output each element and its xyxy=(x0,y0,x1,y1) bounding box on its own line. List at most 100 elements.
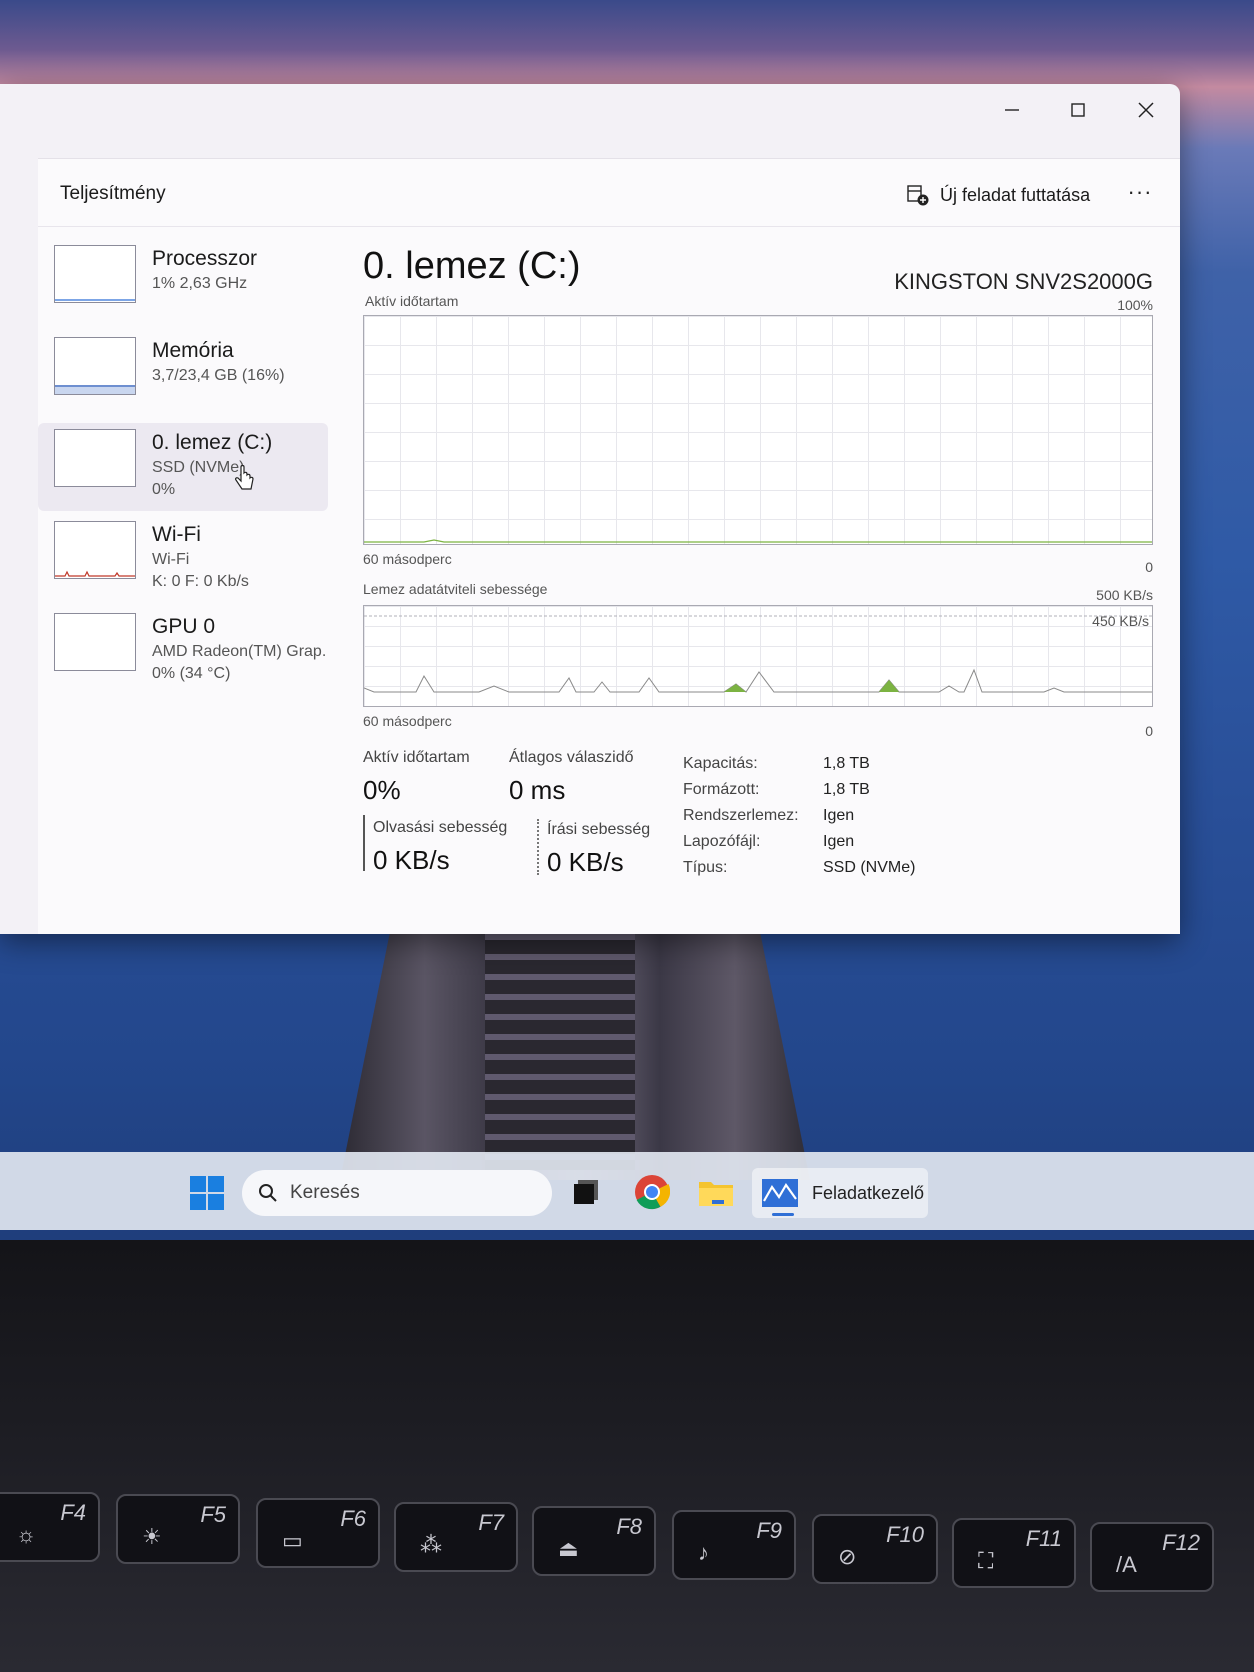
key-f5[interactable]: F5 ☀ xyxy=(116,1494,240,1564)
memory-thumbnail xyxy=(54,337,136,395)
hand-cursor-icon xyxy=(235,465,254,490)
page-file-label: Lapozófájl: xyxy=(683,833,761,850)
response-time-stat-value: 0 ms xyxy=(509,775,566,805)
system-disk-label: Rendszerlemez: xyxy=(683,807,799,824)
screen-share-icon: ⏏ xyxy=(558,1536,579,1561)
active-app-label: Feladatkezelő xyxy=(812,1182,925,1203)
airplane-mode-icon: /A xyxy=(1116,1552,1137,1577)
key-label: F7 xyxy=(478,1510,504,1535)
page-title: Teljesítmény xyxy=(60,183,166,204)
key-f7[interactable]: F7 ⁂ xyxy=(394,1502,518,1572)
chrome-icon xyxy=(635,1175,670,1210)
sidebar-item-sub: 1% 2,63 GHz xyxy=(152,275,248,292)
transfer-rate-graph xyxy=(363,605,1153,707)
minimize-button[interactable] xyxy=(990,94,1034,126)
page-file-value: Igen xyxy=(823,833,855,850)
sidebar-item-label: 0. lemez (C:) xyxy=(152,431,273,454)
transfer-graph-xlabel: 60 másodperc xyxy=(363,713,452,729)
key-label: F10 xyxy=(886,1522,924,1547)
search-icon xyxy=(259,1184,277,1202)
mic-mute-icon: ♪ xyxy=(698,1540,709,1565)
maximize-button[interactable] xyxy=(1056,94,1100,126)
sidebar-item-sub2: K: 0 F: 0 Kb/s xyxy=(152,573,249,590)
active-time-graph-xlabel: 60 másodperc xyxy=(363,551,452,567)
system-disk-value: Igen xyxy=(823,807,855,824)
key-f8[interactable]: F8 ⏏ xyxy=(532,1506,656,1576)
transfer-graph-max: 500 KB/s xyxy=(1096,587,1153,603)
write-speed-separator xyxy=(537,819,539,875)
active-time-stat-value: 0% xyxy=(363,775,401,805)
task-manager-taskbar-button[interactable]: Feladatkezelő xyxy=(752,1168,928,1218)
key-f4[interactable]: F4 ☼ xyxy=(0,1492,100,1562)
key-label: F8 xyxy=(616,1514,642,1539)
run-task-label: Új feladat futtatása xyxy=(940,184,1091,205)
write-speed-value: 0 KB/s xyxy=(547,847,624,877)
desktop-screen: Teljesítmény Új feladat futtatása ··· Pr… xyxy=(0,0,1254,1240)
chrome-button[interactable] xyxy=(632,1172,672,1212)
disk-title: 0. lemez (C:) xyxy=(363,245,581,287)
sidebar-item-label: Wi-Fi xyxy=(152,523,201,546)
sidebar-item-label: GPU 0 xyxy=(152,615,216,638)
wifi-mini-graph xyxy=(55,570,135,577)
performance-panel: Teljesítmény Új feladat futtatása ··· Pr… xyxy=(38,158,1180,934)
cpu-mini-graph xyxy=(55,299,135,301)
keyboard-light-icon: ⁂ xyxy=(420,1532,442,1557)
transfer-graph-label: Lemez adatátviteli sebessége xyxy=(363,581,548,597)
sidebar-item-gpu[interactable]: GPU 0 AMD Radeon(TM) Grap. 0% (34 °C) xyxy=(38,607,328,695)
active-indicator xyxy=(772,1213,794,1216)
key-label: F11 xyxy=(1025,1526,1062,1551)
panel-header: Teljesítmény Új feladat futtatása ··· xyxy=(38,159,1180,227)
capacity-value: 1,8 TB xyxy=(823,755,870,772)
wallpaper-steps xyxy=(485,920,635,1170)
task-view-button[interactable] xyxy=(566,1172,606,1212)
display-icon: ▭ xyxy=(282,1528,303,1553)
sidebar-item-sub2: 0% (34 °C) xyxy=(152,665,231,682)
sidebar-item-memory[interactable]: Memória 3,7/23,4 GB (16%) xyxy=(38,331,328,419)
task-manager-window: Teljesítmény Új feladat futtatása ··· Pr… xyxy=(0,84,1180,934)
brightness-down-icon: ☼ xyxy=(16,1522,37,1547)
brightness-up-icon: ☀ xyxy=(142,1524,162,1549)
formatted-label: Formázott: xyxy=(683,781,760,798)
key-f10[interactable]: F10 ⊘ xyxy=(812,1514,938,1584)
folder-icon xyxy=(699,1182,733,1206)
sidebar-item-label: Processzor xyxy=(152,247,258,270)
write-speed-label: Írási sebesség xyxy=(547,821,651,838)
more-options-button[interactable]: ··· xyxy=(1120,173,1160,211)
active-time-graph-label: Aktív időtartam xyxy=(365,293,459,309)
sidebar-item-wifi[interactable]: Wi-Fi Wi-Fi K: 0 F: 0 Kb/s xyxy=(38,515,328,603)
run-task-icon xyxy=(907,185,929,206)
minimize-icon xyxy=(1005,109,1019,111)
key-f11[interactable]: F11 ⛶ xyxy=(952,1518,1076,1588)
active-time-stat-label: Aktív időtartam xyxy=(363,749,470,766)
sidebar-item-cpu[interactable]: Processzor 1% 2,63 GHz xyxy=(38,239,328,327)
transfer-rate-graph-line xyxy=(363,615,1152,693)
read-speed-separator xyxy=(363,815,365,871)
memory-fill xyxy=(55,385,135,394)
title-bar[interactable] xyxy=(0,84,1180,154)
wifi-thumbnail xyxy=(54,521,136,579)
key-f9[interactable]: F9 ♪ xyxy=(672,1510,796,1580)
active-time-graph-line xyxy=(364,539,1152,543)
close-icon xyxy=(1138,102,1154,118)
formatted-value: 1,8 TB xyxy=(823,781,870,798)
sidebar-item-disk[interactable]: 0. lemez (C:) SSD (NVMe) 0% xyxy=(38,423,328,511)
disk-model: KINGSTON SNV2S2000G xyxy=(894,269,1153,294)
file-explorer-button[interactable] xyxy=(696,1172,736,1212)
task-view-icon xyxy=(574,1180,598,1204)
close-button[interactable] xyxy=(1124,94,1168,126)
key-f12[interactable]: F12/A xyxy=(1090,1522,1214,1592)
task-manager-icon xyxy=(762,1179,798,1207)
sidebar-item-sub2: 0% xyxy=(152,481,176,498)
transfer-graph-secondary: 450 KB/s xyxy=(1092,613,1149,629)
run-new-task-button[interactable]: Új feladat futtatása xyxy=(900,179,1096,211)
start-button[interactable] xyxy=(190,1176,224,1210)
active-time-graph-max: 100% xyxy=(1117,297,1153,313)
key-f6[interactable]: F6 ▭ xyxy=(256,1498,380,1568)
key-label: F9 xyxy=(756,1518,782,1543)
sidebar-item-sub: SSD (NVMe) xyxy=(152,459,245,476)
screenshot-icon: ⛶ xyxy=(978,1548,994,1573)
cpu-thumbnail xyxy=(54,245,136,303)
active-time-graph-min: 0 xyxy=(1145,559,1153,575)
read-speed-label: Olvasási sebesség xyxy=(373,819,508,836)
taskbar-search[interactable]: Keresés xyxy=(242,1170,552,1216)
